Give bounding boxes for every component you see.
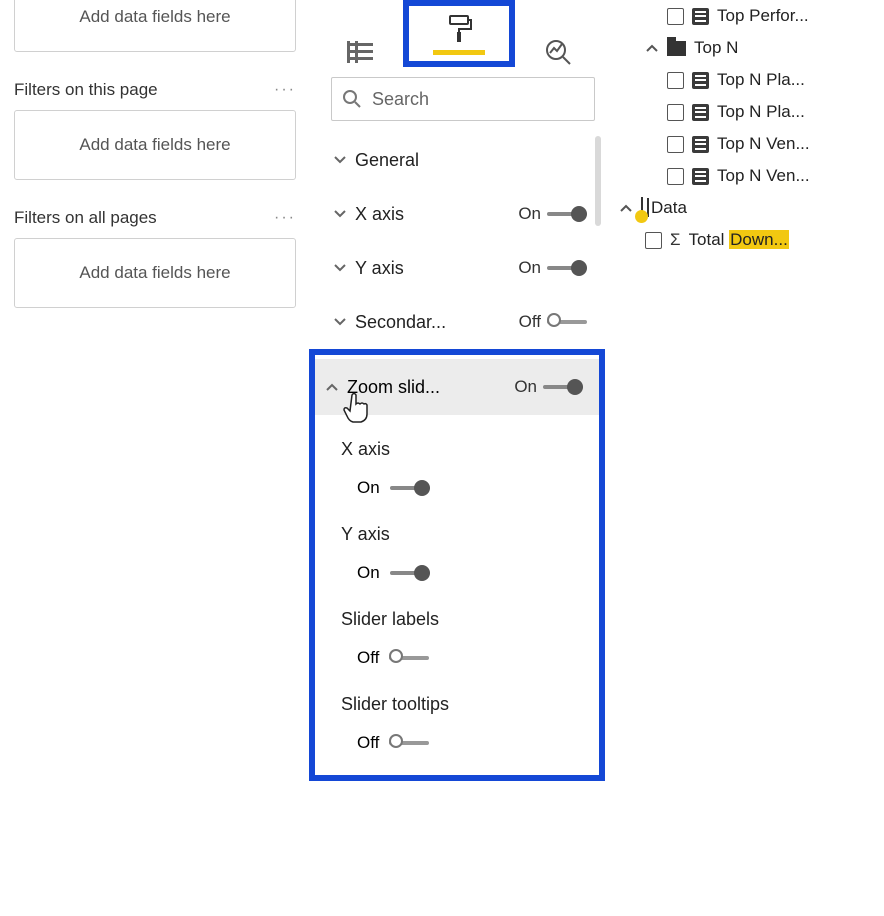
field-item[interactable]: Top Perfor...: [615, 0, 875, 32]
field-item[interactable]: Top N Ven...: [615, 160, 875, 192]
format-label: Zoom slid...: [347, 377, 440, 398]
measure-icon: [692, 136, 709, 153]
zoom-x-axis-label: X axis: [341, 439, 583, 460]
chevron-down-icon: [333, 153, 347, 167]
field-item[interactable]: Top N Ven...: [615, 128, 875, 160]
slider-tooltips-toggle[interactable]: Off: [357, 733, 583, 753]
field-item[interactable]: Top N Pla...: [615, 96, 875, 128]
search-icon: [342, 89, 362, 109]
dropzone-text: Add data fields here: [79, 263, 230, 283]
format-label: X axis: [355, 204, 404, 225]
field-item[interactable]: Top N Pla...: [615, 64, 875, 96]
zoom-y-axis-label: Y axis: [341, 524, 583, 545]
filters-page-header: Filters on this page ···: [8, 72, 302, 104]
field-label: Total Down...: [689, 230, 789, 250]
format-y-axis[interactable]: Y axis On: [323, 241, 603, 295]
filters-all-header: Filters on all pages ···: [8, 200, 302, 232]
zoom-slider-highlight: Zoom slid... On X axis On Y axis On Slid…: [309, 349, 605, 781]
chevron-down-icon: [333, 207, 347, 221]
toggle-label: On: [518, 204, 541, 224]
field-item-total-down[interactable]: Σ Total Down...: [615, 224, 875, 256]
folder-label: Top N: [694, 38, 738, 58]
zoom-y-axis-toggle[interactable]: On: [357, 563, 583, 583]
slider-labels-label: Slider labels: [341, 609, 583, 630]
filters-all-label: Filters on all pages: [14, 208, 157, 228]
drop-all-filters[interactable]: Add data fields here: [14, 238, 296, 308]
field-table-data[interactable]: Data: [615, 192, 875, 224]
toggle-label: Off: [357, 733, 379, 753]
folder-icon: [667, 41, 686, 56]
checkbox[interactable]: [667, 72, 684, 89]
active-tab-underline: [433, 50, 485, 55]
warning-badge-icon: [635, 210, 648, 223]
fields-pane: Top Perfor... Top N Top N Pla... Top N P…: [615, 0, 875, 256]
x-axis-toggle[interactable]: On: [518, 204, 587, 224]
format-zoom-slider[interactable]: Zoom slid... On: [315, 359, 599, 415]
format-label: Y axis: [355, 258, 404, 279]
zoom-sub-options: X axis On Y axis On Slider labels Off Sl…: [315, 415, 599, 775]
format-label: General: [355, 150, 419, 171]
format-pane: Search General X axis On Y axis On Seco: [323, 0, 603, 781]
analytics-tab-icon[interactable]: [543, 37, 573, 67]
measure-icon: [692, 72, 709, 89]
secondary-toggle[interactable]: Off: [519, 312, 587, 332]
sigma-icon: Σ: [670, 230, 681, 250]
field-label: Top N Pla...: [717, 102, 805, 122]
checkbox[interactable]: [667, 168, 684, 185]
field-label: Top N Ven...: [717, 166, 810, 186]
toggle-label: On: [357, 478, 380, 498]
filters-page-label: Filters on this page: [14, 80, 158, 100]
checkbox[interactable]: [667, 104, 684, 121]
chevron-down-icon: [333, 315, 347, 329]
format-secondary-axis[interactable]: Secondar... Off: [323, 295, 603, 349]
format-general[interactable]: General: [323, 133, 603, 187]
toggle-label: On: [357, 563, 380, 583]
checkbox[interactable]: [645, 232, 662, 249]
checkbox[interactable]: [667, 8, 684, 25]
search-placeholder: Search: [372, 89, 429, 110]
toggle-label: On: [514, 377, 537, 397]
chevron-down-icon: [333, 261, 347, 275]
field-folder-top-n[interactable]: Top N: [615, 32, 875, 64]
scrollbar[interactable]: [595, 136, 601, 226]
table-label: Data: [651, 198, 687, 218]
drop-page-filters[interactable]: Add data fields here: [14, 110, 296, 180]
paint-roller-icon[interactable]: [444, 14, 474, 44]
format-x-axis[interactable]: X axis On: [323, 187, 603, 241]
format-tab-highlight: [403, 0, 515, 67]
dropzone-text: Add data fields here: [79, 7, 230, 27]
y-axis-toggle[interactable]: On: [518, 258, 587, 278]
field-label: Top N Ven...: [717, 134, 810, 154]
fields-tab-icon[interactable]: [345, 37, 375, 67]
chevron-up-icon: [645, 41, 659, 55]
field-label: Top Perfor...: [717, 6, 809, 26]
checkbox[interactable]: [667, 136, 684, 153]
slider-labels-toggle[interactable]: Off: [357, 648, 583, 668]
toggle-label: Off: [357, 648, 379, 668]
toggle-label: Off: [519, 312, 541, 332]
measure-icon: [692, 8, 709, 25]
chevron-up-icon: [325, 380, 339, 394]
more-icon[interactable]: ···: [274, 209, 296, 227]
format-label: Secondar...: [355, 312, 446, 333]
filters-pane: Add data fields here Filters on this pag…: [0, 0, 310, 328]
format-search[interactable]: Search: [331, 77, 595, 121]
more-icon[interactable]: ···: [274, 81, 296, 99]
toggle-label: On: [518, 258, 541, 278]
measure-icon: [692, 104, 709, 121]
zoom-x-axis-toggle[interactable]: On: [357, 478, 583, 498]
field-label: Top N Pla...: [717, 70, 805, 90]
pane-tabs: [323, 0, 603, 77]
slider-tooltips-label: Slider tooltips: [341, 694, 583, 715]
measure-icon: [692, 168, 709, 185]
chevron-up-icon: [619, 201, 633, 215]
zoom-toggle[interactable]: On: [514, 377, 583, 397]
drop-visual-filters[interactable]: Add data fields here: [14, 0, 296, 52]
dropzone-text: Add data fields here: [79, 135, 230, 155]
